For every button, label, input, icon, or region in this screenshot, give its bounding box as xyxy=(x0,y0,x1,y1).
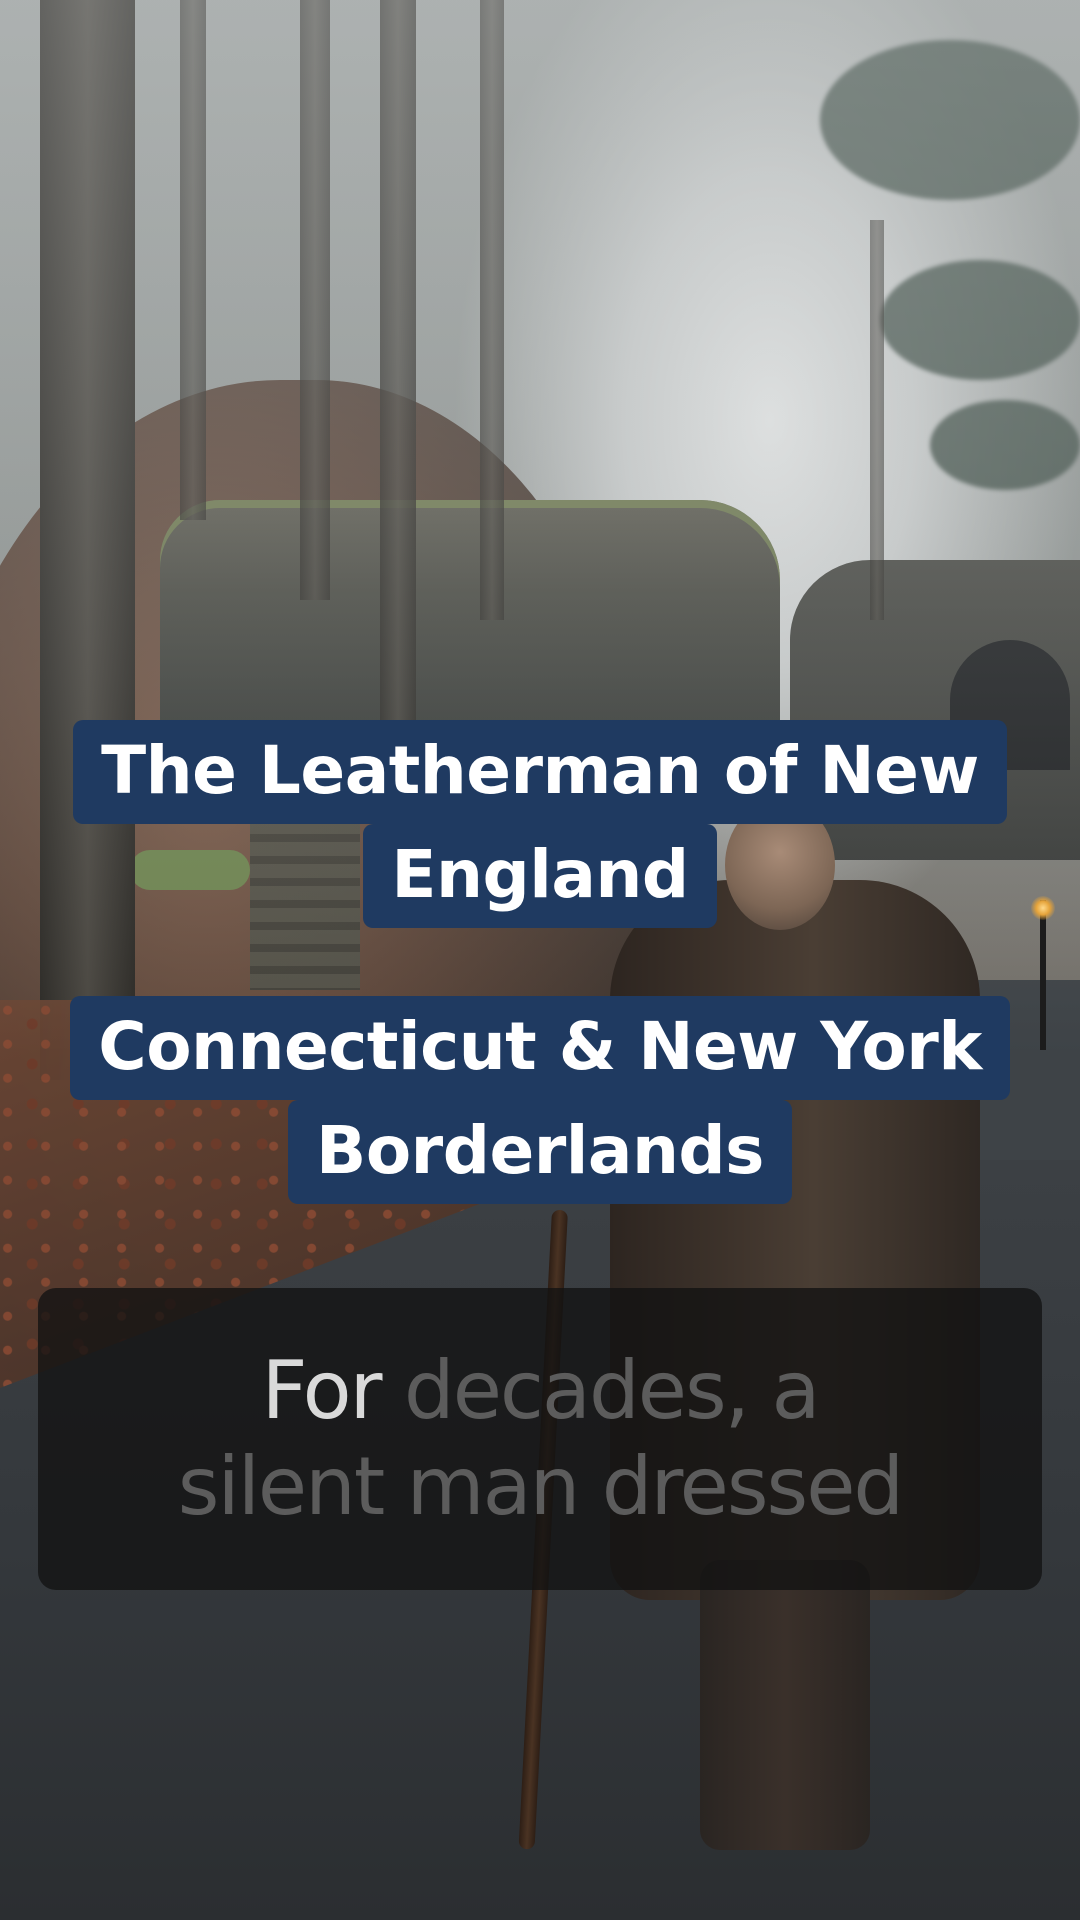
caption-current-word: For xyxy=(261,1344,383,1437)
title-line-1: The Leatherman of New xyxy=(73,720,1007,824)
location-line-2: Borderlands xyxy=(288,1100,792,1204)
video-frame[interactable]: The Leatherman of New England Connecticu… xyxy=(0,0,1080,1920)
man-legs xyxy=(700,1560,870,1850)
caption-upcoming-words: decades, a xyxy=(380,1344,821,1437)
location-line-1: Connecticut & New York xyxy=(70,996,1010,1100)
location-card: Connecticut & New York Borderlands xyxy=(0,996,1080,1204)
title-card: The Leatherman of New England xyxy=(0,720,1080,928)
title-line-2: England xyxy=(363,824,717,928)
subtitle-caption: For decades, a silent man dressed xyxy=(38,1288,1042,1590)
caption-line-1: For decades, a xyxy=(261,1343,821,1439)
caption-line-2: silent man dressed xyxy=(177,1440,904,1533)
